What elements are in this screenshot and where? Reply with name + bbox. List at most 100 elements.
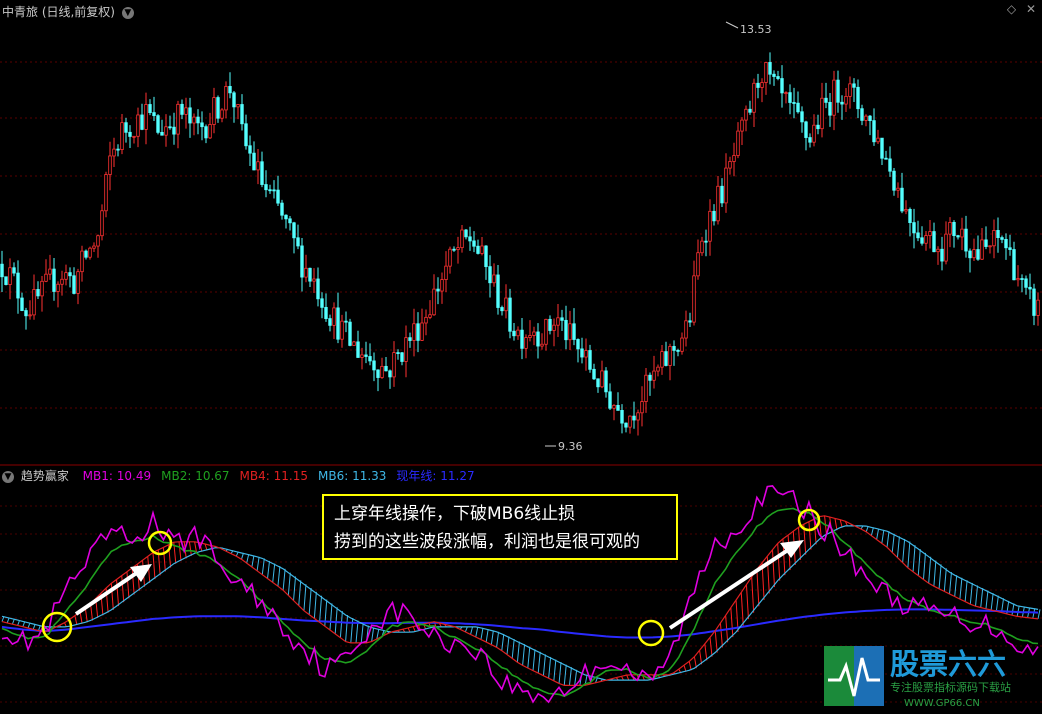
ribbon-hatch (376, 628, 380, 640)
candle-body (928, 231, 932, 236)
ribbon-hatch (490, 630, 494, 645)
ribbon-hatch (548, 656, 552, 679)
ribbon-hatch (969, 582, 973, 605)
ribbon-hatch (152, 552, 156, 580)
candle-body (900, 187, 904, 212)
ribbon-hatch (985, 590, 989, 609)
signal-circle (637, 619, 665, 647)
candle-body (196, 116, 200, 124)
candle-body (164, 126, 168, 136)
ribbon-hatch (990, 593, 994, 611)
candle-body (312, 278, 316, 282)
ribbon-hatch (563, 664, 567, 686)
candle-body (568, 323, 572, 341)
candle-body (288, 218, 292, 224)
candle-body (944, 233, 948, 262)
candle-body (260, 161, 264, 185)
candle-body (128, 131, 132, 137)
candle-body (28, 314, 32, 317)
indicator-dropdown-icon[interactable]: ▼ (2, 471, 14, 483)
ribbon-hatch (532, 649, 536, 671)
candle-body (76, 271, 80, 294)
candle-body (64, 272, 68, 280)
ribbon-hatch (933, 560, 937, 587)
candle-body (964, 228, 968, 252)
candle-body (672, 346, 676, 351)
candle-body (200, 122, 204, 128)
candle-body (872, 120, 876, 143)
candle-body (932, 231, 936, 253)
candle-body (344, 320, 348, 323)
candle-body (628, 415, 632, 428)
candle-body (228, 86, 232, 94)
legend-item: MB6: 11.33 (317, 469, 387, 483)
ribbon-hatch (506, 636, 510, 655)
candle-body (188, 107, 192, 124)
indicator-legend: MB1: 10.49 MB2: 10.67 MB4: 11.15 MB6: 11.33… (73, 469, 475, 483)
candle-body (788, 92, 792, 103)
ribbon-hatch (699, 650, 703, 665)
candle-body (316, 278, 320, 300)
candle-body (400, 352, 404, 362)
candle-body (828, 101, 832, 116)
legend-item: 现年线: 11.27 (396, 469, 475, 483)
candle-body (588, 350, 592, 370)
ribbon-hatch (553, 659, 557, 681)
candle-body (516, 329, 520, 337)
candle-body (156, 115, 160, 133)
candle-body (428, 314, 432, 318)
candle-body (320, 298, 324, 308)
candle-body (364, 354, 368, 357)
price-labels: 13.53 9.36 (545, 21, 772, 453)
candle-body (304, 267, 308, 278)
ribbon-hatch (313, 591, 317, 619)
candle-body (168, 126, 172, 129)
ribbon-hatch (277, 566, 281, 587)
ribbon-hatch (293, 576, 297, 601)
candle-body (780, 78, 784, 94)
candle-body (844, 95, 848, 105)
ribbon-hatch (188, 541, 192, 556)
candle-body (492, 274, 496, 284)
candle-body (676, 349, 680, 352)
ribbon-hatch (954, 575, 958, 597)
close-icon[interactable]: ✕ (1026, 2, 1036, 16)
period-dropdown-icon[interactable]: ▼ (121, 7, 134, 19)
candle-body (972, 249, 976, 259)
candle-body (1036, 299, 1040, 316)
candle-body (496, 274, 500, 308)
ribbon-hatch (730, 607, 734, 638)
ribbon-hatch (709, 637, 713, 657)
ribbon-hatch (282, 568, 286, 591)
candle-body (136, 114, 140, 137)
candle-body (1032, 288, 1036, 316)
ribbon-hatch (870, 527, 874, 536)
candle-body (860, 108, 864, 121)
candle-body (776, 76, 780, 79)
candle-body (396, 352, 400, 354)
ribbon-hatch (568, 667, 572, 686)
candle-body (88, 247, 92, 258)
candle-body (824, 97, 828, 103)
ribbon-hatch (256, 556, 260, 571)
ribbon-hatch (896, 536, 900, 558)
candle-body (236, 104, 240, 108)
candle-body (564, 319, 568, 341)
candle-body (728, 161, 732, 169)
ribbon-hatch (626, 674, 630, 681)
ribbon-hatch (287, 572, 291, 596)
candle-body (476, 245, 480, 254)
candle-body (104, 174, 108, 212)
candle-body (560, 317, 564, 321)
diamond-icon[interactable]: ◇ (1007, 2, 1016, 16)
watermark-url: WWW.GP66.CN (904, 698, 980, 709)
candle-body (52, 268, 56, 292)
candle-body (480, 245, 484, 254)
candle-body (268, 189, 272, 192)
candle-body (212, 97, 216, 125)
candle-body (988, 245, 992, 248)
candle-body (552, 324, 556, 331)
candle-body (540, 343, 544, 347)
ribbon-hatch (126, 571, 130, 599)
candle-body (456, 247, 460, 251)
